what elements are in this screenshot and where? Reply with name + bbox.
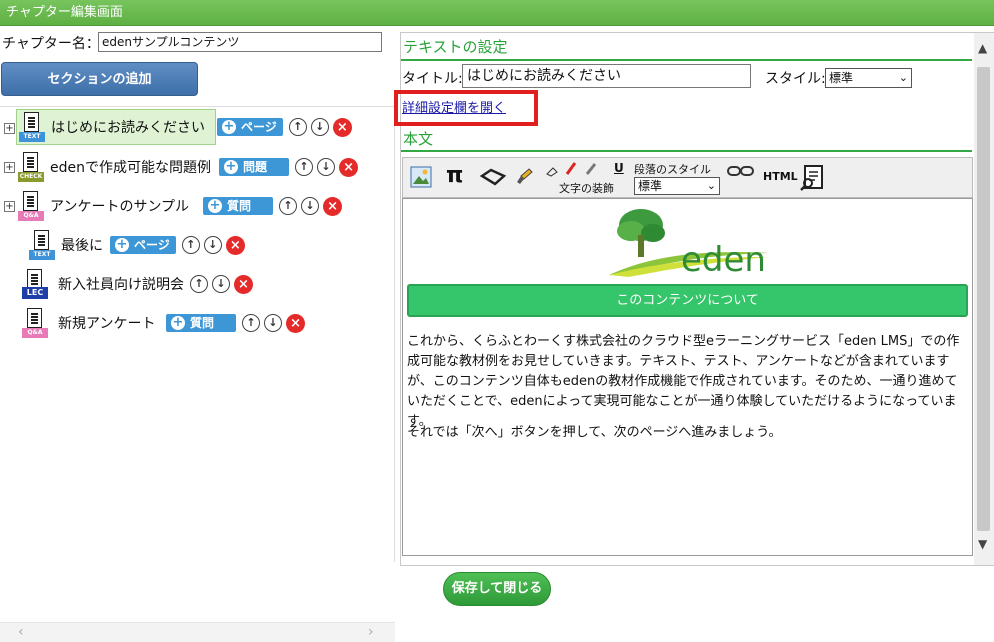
image-icon[interactable] xyxy=(410,166,432,188)
move-down-icon[interactable]: ↓ xyxy=(203,236,222,254)
chapter-name-input[interactable]: edenサンプルコンテンツ xyxy=(98,32,382,52)
add-survey-question-button[interactable]: + 質問 xyxy=(166,314,237,332)
chevron-down-icon: ⌄ xyxy=(706,179,716,192)
delete-icon[interactable]: × xyxy=(332,117,352,137)
tree-node-label: 新入社員向け説明会 xyxy=(58,277,184,293)
move-down-icon[interactable]: ↓ xyxy=(310,118,329,136)
move-up-icon[interactable]: ↑ xyxy=(288,118,307,136)
chapter-name-label: チャプター名： xyxy=(2,36,100,52)
editor-toolbar: π U 文字の装飾 段落のスタイル 標準 ⌄ HTML xyxy=(402,157,973,198)
formula-icon[interactable]: π xyxy=(446,163,463,188)
move-down-icon[interactable]: ↓ xyxy=(301,197,320,215)
body-paragraph: これから、くらふとわーくす株式会社のクラウド型eラーニングサービス「eden L… xyxy=(407,334,960,429)
add-section-button[interactable]: セクションの追加 xyxy=(1,62,198,96)
about-content-button[interactable]: このコンテンツについて xyxy=(407,284,968,317)
tree-node-3-actions: + 質問 ↑ ↓ × xyxy=(203,190,343,222)
text-doc-icon: TEXT xyxy=(29,230,55,260)
plus-icon: + xyxy=(222,119,236,134)
rich-text-editor[interactable]: eden このコンテンツについて これから、くらふとわーくす株式会社のクラウド型… xyxy=(402,198,973,556)
brush-icon[interactable] xyxy=(516,167,534,187)
preview-icon[interactable] xyxy=(800,164,826,192)
move-up-icon[interactable]: ↑ xyxy=(190,275,208,293)
open-details-link[interactable]: 詳細設定欄を開く xyxy=(402,97,506,116)
vertical-scrollbar[interactable]: ▲ ▼ xyxy=(974,33,994,565)
tree-node-1-actions: + ページ ↑ ↓ × xyxy=(217,111,352,143)
move-down-icon[interactable]: ↓ xyxy=(317,158,336,176)
delete-icon[interactable]: × xyxy=(339,157,359,177)
lecture-doc-icon: LEC xyxy=(22,269,48,299)
link-icon[interactable] xyxy=(727,164,755,178)
tree-node-2[interactable]: CHECK edenで作成可能な問題例 xyxy=(18,151,217,183)
move-up-icon[interactable]: ↑ xyxy=(181,236,200,254)
qa-doc-icon: Q&A xyxy=(18,191,44,221)
tree-node-label: 最後に xyxy=(61,238,103,254)
tree-node-4-actions: + ページ ↑ ↓ × xyxy=(110,229,245,261)
left-panel: チャプター名： edenサンプルコンテンツ セクションの追加 + TEXT はじ… xyxy=(0,26,396,642)
plus-icon: + xyxy=(208,198,222,213)
font-decoration-label: 文字の装飾 xyxy=(559,182,614,195)
text-doc-icon: TEXT xyxy=(19,112,45,142)
add-page-button[interactable]: + ページ xyxy=(110,236,176,254)
plus-icon: + xyxy=(115,237,129,252)
style-label: スタイル: xyxy=(765,71,826,87)
move-up-icon[interactable]: ↑ xyxy=(242,314,261,332)
tree-node-6-actions: + 質問 ↑ ↓ × xyxy=(166,307,306,339)
move-up-icon[interactable]: ↑ xyxy=(295,158,314,176)
chevron-down-icon: ⌄ xyxy=(898,71,908,84)
move-up-icon[interactable]: ↑ xyxy=(279,197,298,215)
scroll-right-icon[interactable]: › xyxy=(368,624,374,640)
scroll-thumb[interactable] xyxy=(977,67,990,531)
font-decoration-icons[interactable] xyxy=(545,160,615,178)
tree-node-label: はじめにお読みください xyxy=(51,120,205,136)
scroll-left-icon[interactable]: ‹ xyxy=(18,624,24,640)
paragraph-style-label: 段落のスタイル xyxy=(634,163,711,176)
scroll-down-icon[interactable]: ▼ xyxy=(978,537,987,551)
delete-icon[interactable]: × xyxy=(286,313,306,333)
horizontal-scrollbar[interactable]: ‹ › xyxy=(0,622,395,642)
expand-icon[interactable]: + xyxy=(4,162,15,173)
divider xyxy=(401,59,972,61)
tree-node-5[interactable]: LEC 新入社員向け説明会 ↑ ↓ × xyxy=(22,268,253,300)
add-survey-question-button[interactable]: + 質問 xyxy=(203,197,274,215)
plus-icon: + xyxy=(224,159,238,174)
tree-node-1[interactable]: TEXT はじめにお読みください xyxy=(16,109,216,145)
style-select[interactable]: 標準 ⌄ xyxy=(825,68,912,88)
divider xyxy=(401,150,972,152)
eden-logo: eden xyxy=(609,209,769,277)
text-settings-panel: テキストの設定 タイトル: はじめにお読みください スタイル: 標準 ⌄ 詳細設定… xyxy=(394,32,994,566)
title-label: タイトル: xyxy=(402,71,463,87)
expand-icon[interactable]: + xyxy=(4,201,15,212)
title-input[interactable]: はじめにお読みください xyxy=(462,64,751,88)
scroll-up-icon[interactable]: ▲ xyxy=(978,41,987,55)
expand-icon[interactable]: + xyxy=(4,123,15,134)
delete-icon[interactable]: × xyxy=(323,196,343,216)
check-doc-icon: CHECK xyxy=(18,152,44,182)
tree-node-4[interactable]: TEXT 最後に xyxy=(29,229,109,261)
plus-icon: + xyxy=(171,315,185,330)
paragraph-style-select[interactable]: 標準 ⌄ xyxy=(634,177,720,195)
tree-node-2-actions: + 問題 ↑ ↓ × xyxy=(219,151,359,183)
delete-icon[interactable]: × xyxy=(234,274,253,294)
chapter-tree: + TEXT はじめにお読みください + ページ ↑ ↓ × + CHECK ed… xyxy=(0,106,395,642)
tree-node-6[interactable]: Q&A 新規アンケート xyxy=(22,307,161,339)
tree-node-3[interactable]: Q&A アンケートのサンプル xyxy=(18,190,195,222)
add-question-button[interactable]: + 問題 xyxy=(219,158,290,176)
window-title: チャプター編集画面 xyxy=(0,0,994,26)
move-down-icon[interactable]: ↓ xyxy=(264,314,283,332)
tree-node-label: 新規アンケート xyxy=(58,316,156,332)
tree-node-label: アンケートのサンプル xyxy=(50,199,190,215)
tree-node-label: edenで作成可能な問題例 xyxy=(50,160,211,176)
underline-icon[interactable]: U xyxy=(614,161,624,175)
text-settings-heading: テキストの設定 xyxy=(403,38,508,56)
delete-icon[interactable]: × xyxy=(225,235,245,255)
svg-text:eden: eden xyxy=(681,240,766,277)
add-page-button[interactable]: + ページ xyxy=(217,118,283,136)
html-source-icon[interactable]: HTML xyxy=(763,170,798,183)
qa-doc-icon: Q&A xyxy=(22,308,48,338)
body-heading: 本文 xyxy=(403,130,434,148)
move-down-icon[interactable]: ↓ xyxy=(212,275,230,293)
body-paragraph: それでは「次へ」ボタンを押して、次のページへ進みましょう。 xyxy=(407,425,782,440)
save-and-close-button[interactable]: 保存して閉じる xyxy=(443,572,551,606)
eraser-shape-icon[interactable] xyxy=(479,167,507,187)
